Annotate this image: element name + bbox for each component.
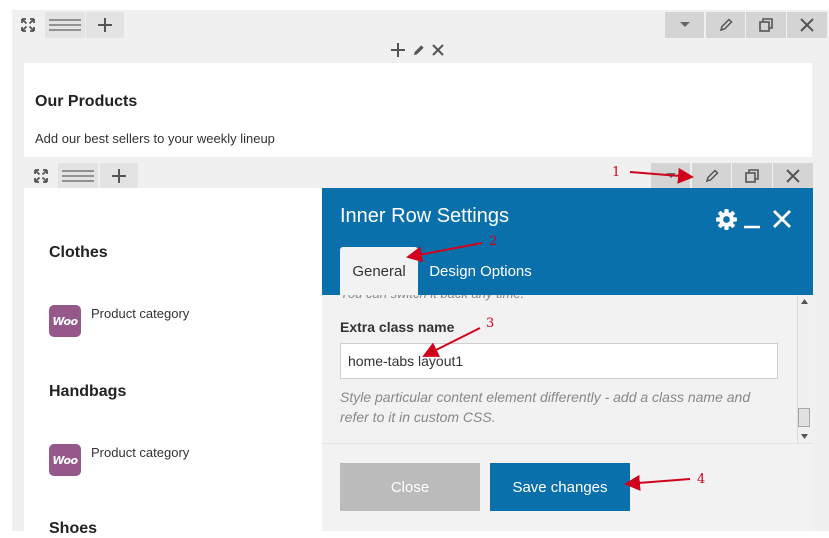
annotation-arrow-1 [629,167,694,184]
annotation-arrow-4 [624,474,691,491]
annotation-arrow-3 [422,327,481,357]
annotation-number-1: 1 [612,165,621,180]
annotation-number-3: 3 [486,316,495,331]
annotation-number-2: 2 [489,234,498,249]
annotation-arrow-2 [406,242,483,263]
annotation-number-4: 4 [697,472,706,487]
annotation-arrows [406,167,694,491]
